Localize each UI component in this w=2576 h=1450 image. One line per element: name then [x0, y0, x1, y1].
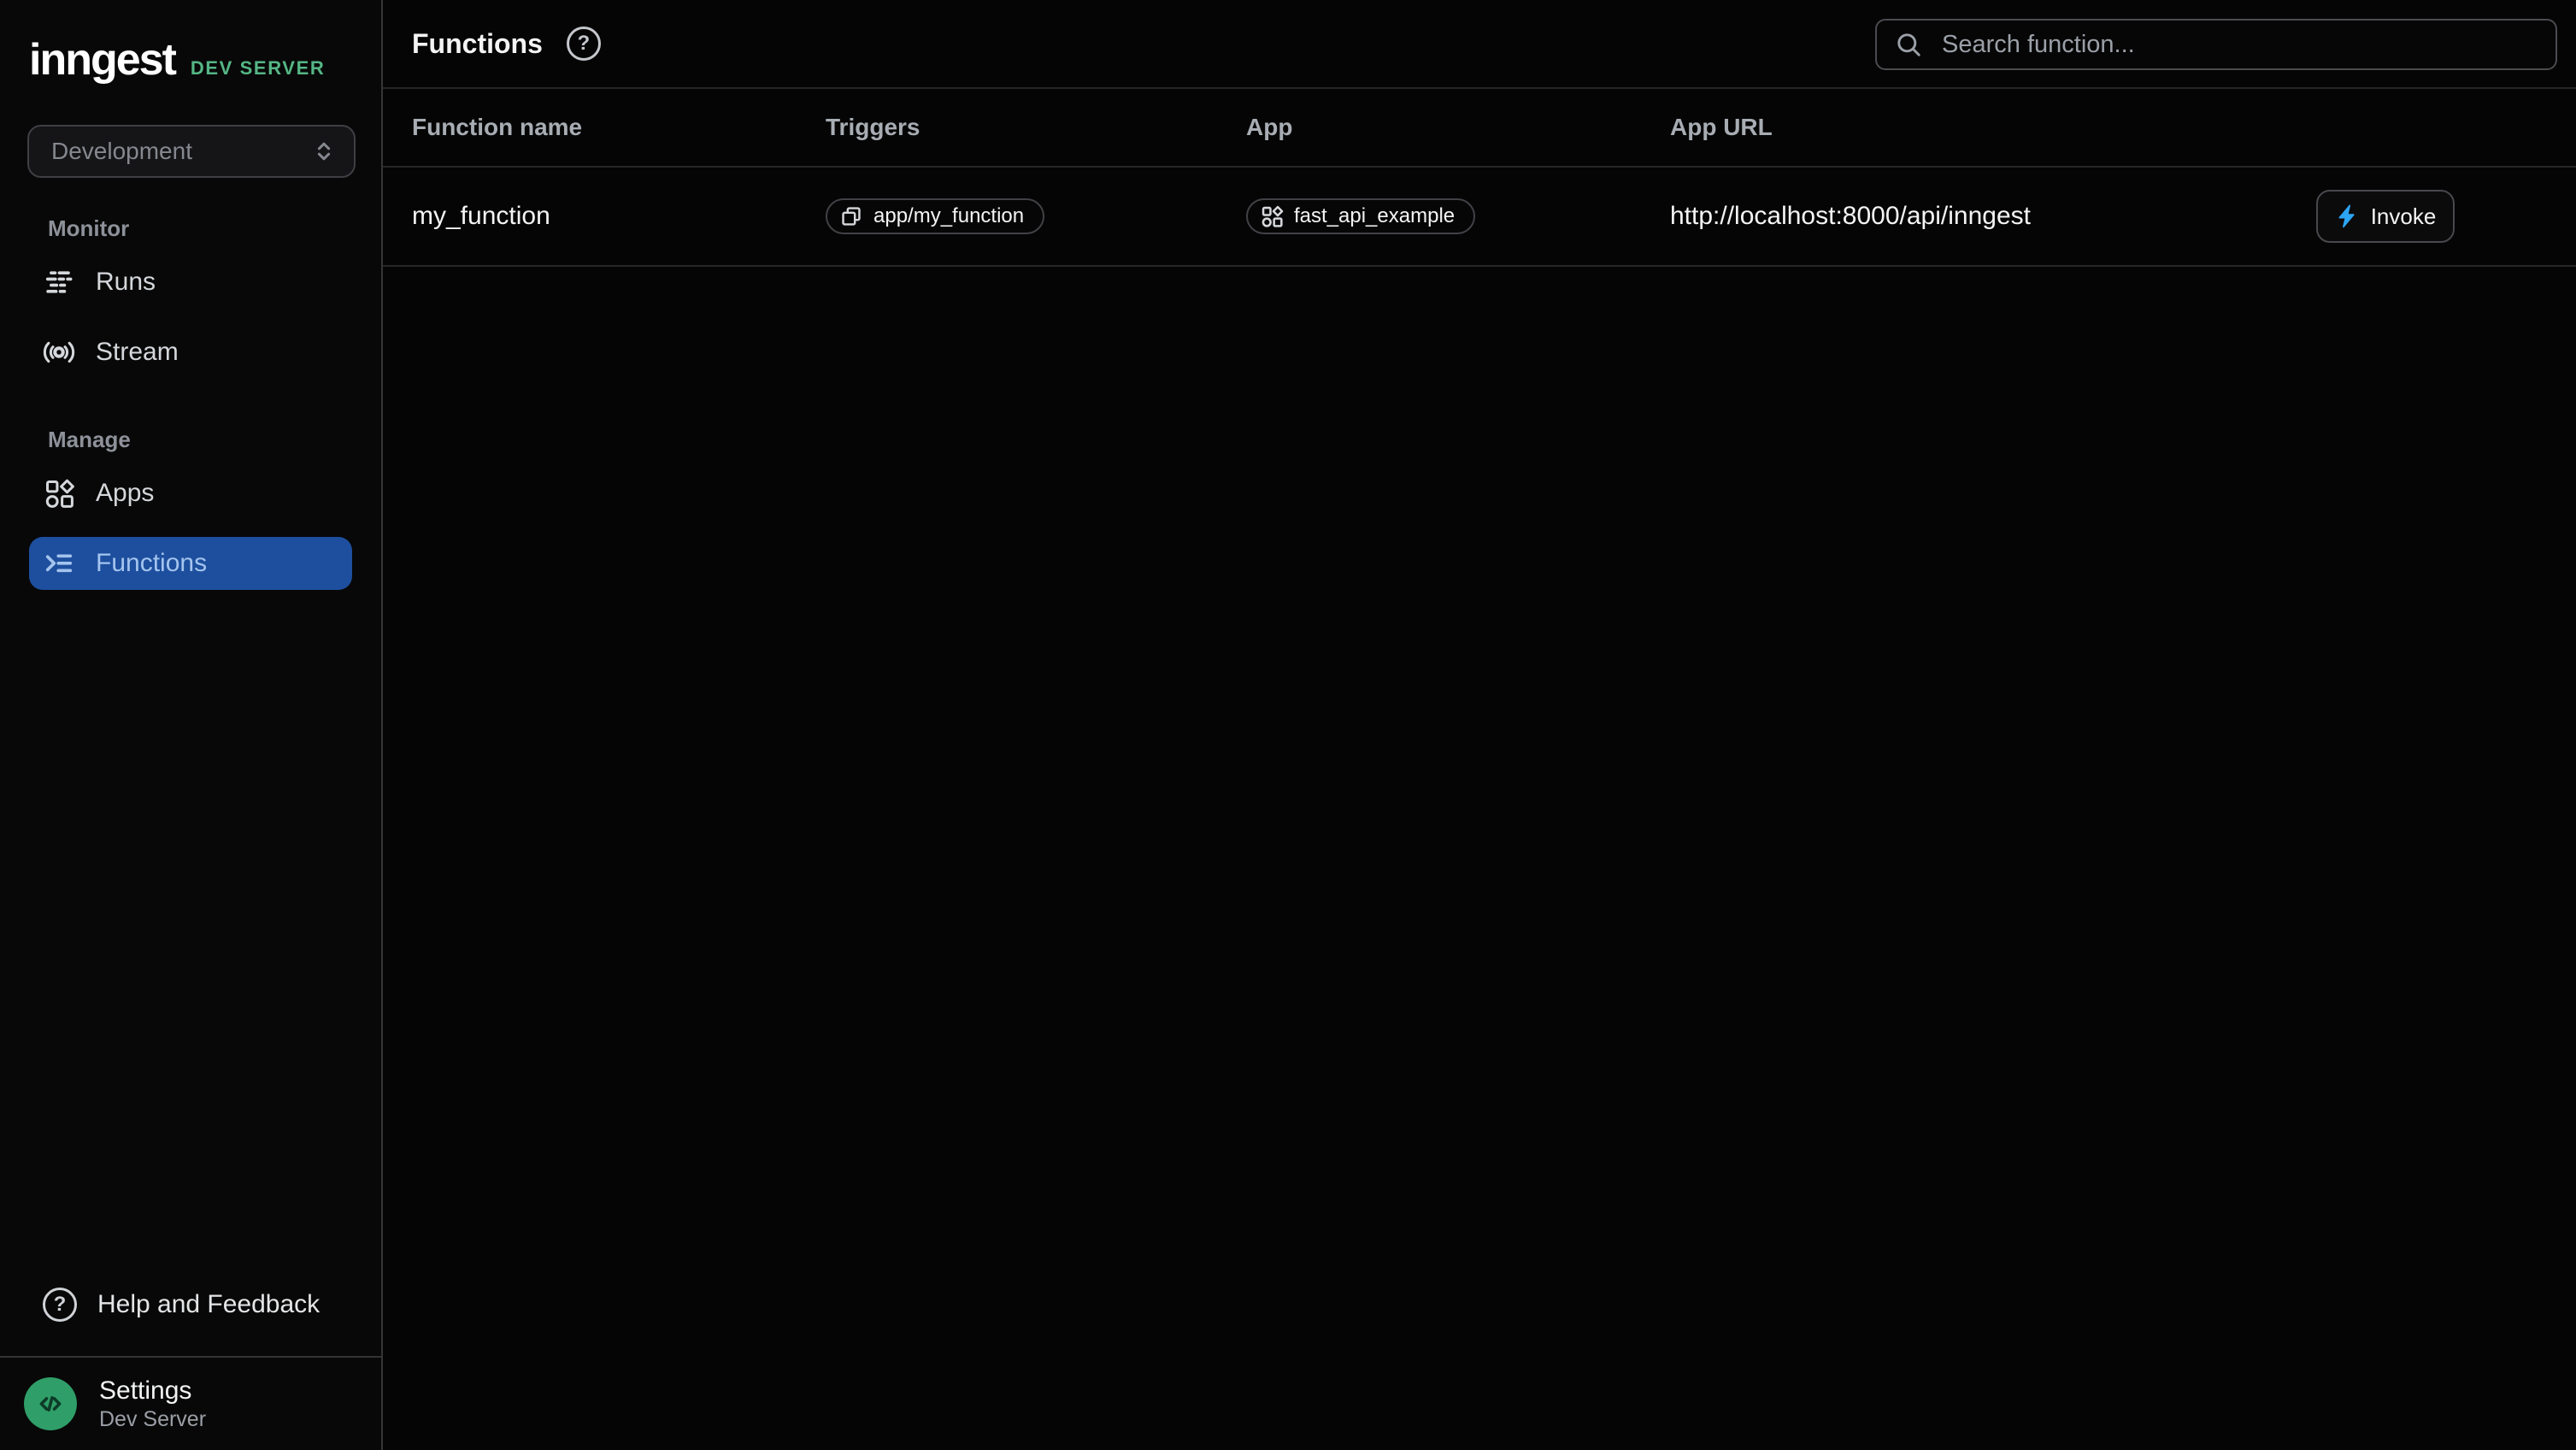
sidebar-item-apps[interactable]: Apps: [29, 467, 352, 520]
app-badge[interactable]: fast_api_example: [1246, 198, 1475, 234]
dev-server-badge: DEV SERVER: [191, 57, 325, 80]
sidebar-item-functions[interactable]: Functions: [29, 537, 352, 590]
sidebar-item-runs[interactable]: Runs: [29, 256, 352, 309]
help-feedback-link[interactable]: ? Help and Feedback: [29, 1274, 352, 1335]
search-box: [1875, 19, 2557, 70]
trigger-badge[interactable]: app/my_function: [826, 198, 1044, 234]
column-header-app: App: [1246, 114, 1670, 141]
table-row[interactable]: my_function app/my_function: [383, 168, 2576, 267]
environment-value: Development: [51, 138, 192, 165]
settings-button[interactable]: Settings Dev Server: [0, 1356, 381, 1450]
sidebar-nav: Monitor Runs: [0, 178, 381, 607]
main-content: Functions ? Function name Triggers App A…: [383, 0, 2576, 1450]
circle-question-icon: ?: [43, 1288, 77, 1322]
page-title: Functions: [412, 28, 543, 60]
functions-icon: [43, 547, 75, 580]
app-label: fast_api_example: [1294, 204, 1455, 228]
search-icon: [1894, 30, 1923, 59]
event-copy-icon: [839, 204, 863, 228]
settings-label: Settings: [99, 1376, 206, 1406]
section-label-monitor: Monitor: [48, 215, 381, 242]
help-icon[interactable]: ?: [567, 27, 601, 61]
environment-select[interactable]: Development: [27, 125, 356, 178]
column-header-triggers: Triggers: [826, 114, 1246, 141]
app-window: inngest DEV SERVER Development Monitor: [0, 0, 2576, 1450]
help-feedback-label: Help and Feedback: [97, 1290, 320, 1319]
sidebar-item-label: Apps: [96, 479, 154, 508]
function-name: my_function: [412, 202, 826, 231]
stream-icon: [43, 336, 75, 368]
trigger-label: app/my_function: [873, 204, 1024, 228]
search-input[interactable]: [1938, 29, 2538, 61]
sidebar-item-stream[interactable]: Stream: [29, 326, 352, 379]
sidebar-item-label: Runs: [96, 268, 156, 297]
sidebar: inngest DEV SERVER Development Monitor: [0, 0, 383, 1450]
invoke-label: Invoke: [2371, 203, 2437, 230]
settings-sublabel: Dev Server: [99, 1406, 206, 1432]
lightning-bolt-icon: [2335, 203, 2357, 229]
apps-icon: [43, 477, 75, 510]
apps-icon: [1260, 204, 1284, 228]
chevrons-up-down-icon: [311, 139, 337, 164]
column-header-app-url: App URL: [1670, 114, 2316, 141]
invoke-button[interactable]: Invoke: [2316, 190, 2455, 243]
column-header-function-name: Function name: [412, 114, 826, 141]
runs-icon: [43, 266, 75, 298]
code-avatar-icon: [24, 1377, 77, 1430]
sidebar-bottom: ? Help and Feedback Settings Dev Server: [0, 1274, 381, 1450]
sidebar-item-label: Stream: [96, 338, 179, 367]
section-label-manage: Manage: [48, 427, 381, 453]
app-url: http://localhost:8000/api/inngest: [1670, 202, 2316, 231]
table-header: Function name Triggers App App URL: [383, 89, 2576, 168]
logo: inngest DEV SERVER: [0, 0, 381, 82]
sidebar-item-label: Functions: [96, 549, 207, 578]
inngest-logo: inngest: [29, 38, 175, 82]
